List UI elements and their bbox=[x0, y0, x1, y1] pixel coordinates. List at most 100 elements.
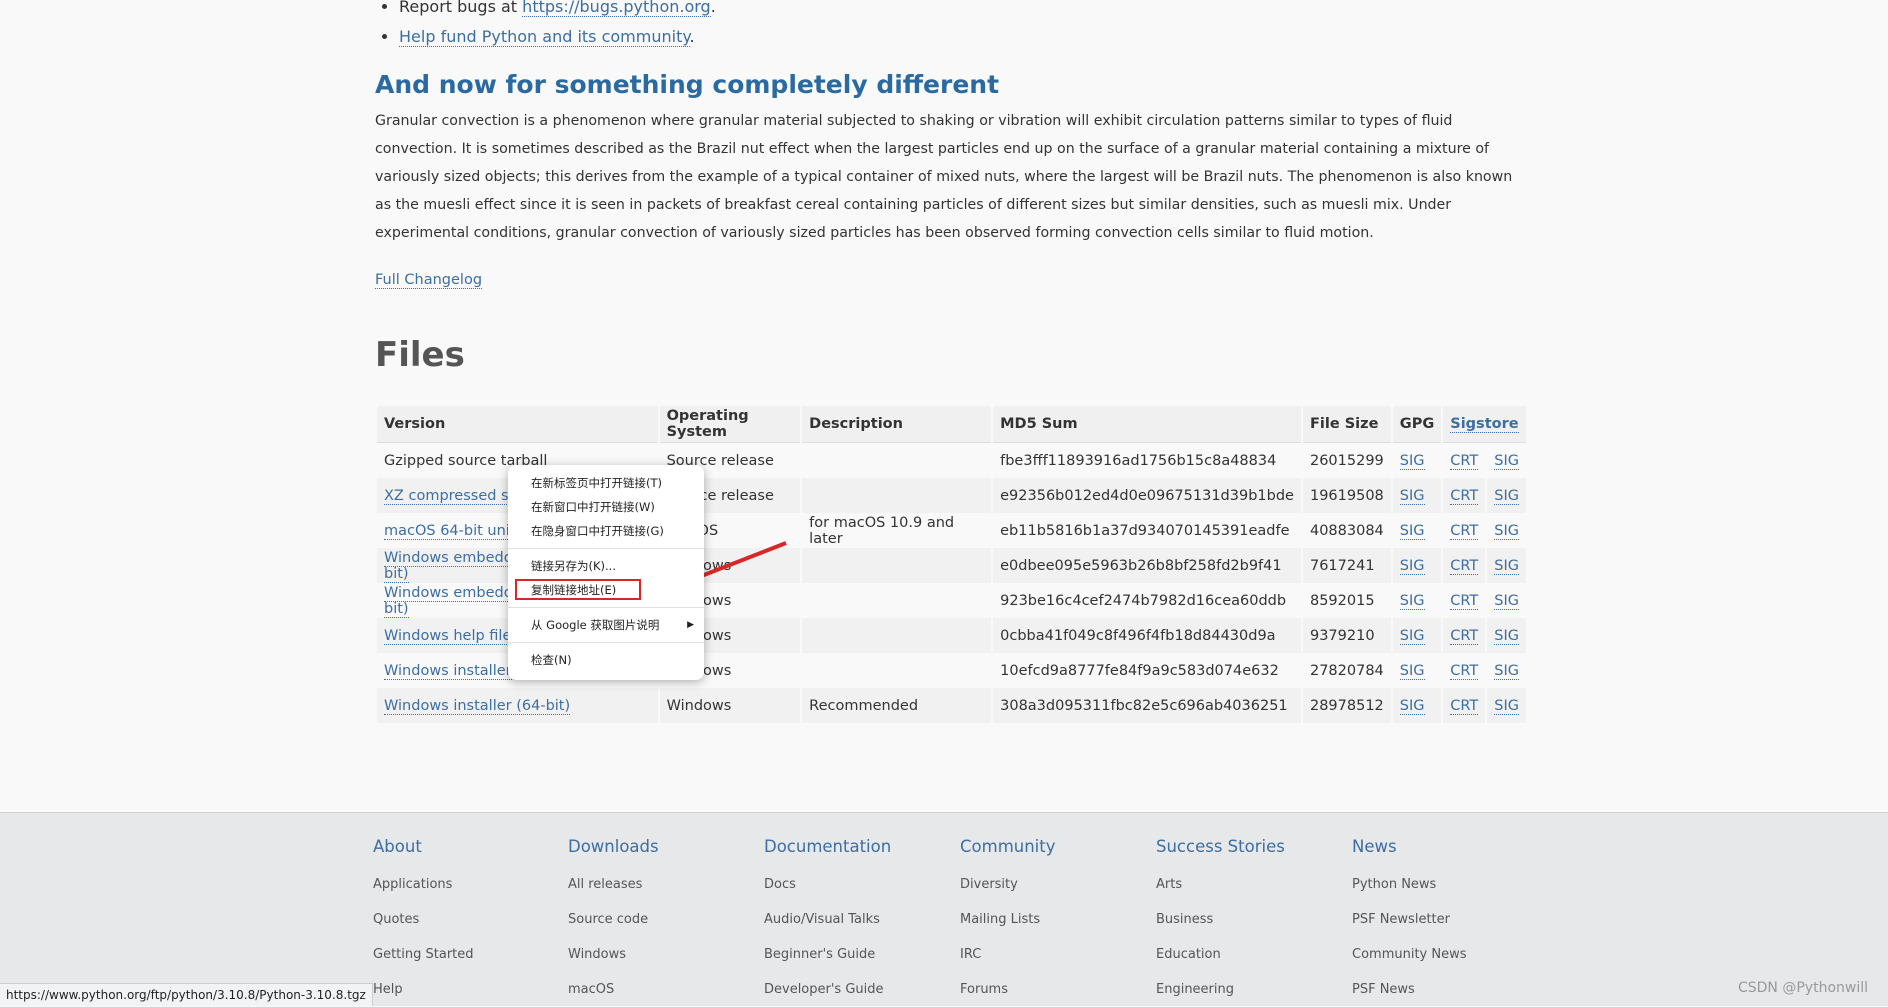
footer-link[interactable]: Windows bbox=[568, 937, 659, 972]
cell-sig[interactable]: SIG bbox=[1487, 478, 1526, 513]
col-md5: MD5 Sum bbox=[993, 406, 1301, 443]
footer-link[interactable]: Education bbox=[1156, 937, 1285, 972]
col-os: Operating System bbox=[659, 406, 801, 443]
cell-size: 27820784 bbox=[1309, 662, 1384, 679]
footer-heading[interactable]: News bbox=[1352, 837, 1467, 867]
cell-crt[interactable]: CRT bbox=[1443, 618, 1486, 653]
footer-heading[interactable]: About bbox=[373, 837, 474, 867]
cell-md5: 10efcd9a8777fe84f9a9c583d074e632 bbox=[1000, 662, 1279, 679]
menu-separator bbox=[508, 642, 704, 643]
cell-desc bbox=[802, 548, 992, 583]
footer-link[interactable]: Business bbox=[1156, 902, 1285, 937]
cell-sig[interactable]: SIG bbox=[1487, 548, 1526, 583]
context-menu-item[interactable]: 从 Google 获取图片说明 ▶ bbox=[508, 613, 704, 637]
cell-crt[interactable]: CRT bbox=[1443, 548, 1486, 583]
cell-sig[interactable]: SIG bbox=[1487, 583, 1526, 618]
footer-link[interactable]: Mailing Lists bbox=[960, 902, 1056, 937]
cell-gpg[interactable]: SIG bbox=[1393, 583, 1441, 618]
footer-link[interactable]: Python News bbox=[1352, 867, 1467, 902]
cell-gpg[interactable]: SIG bbox=[1393, 513, 1441, 548]
full-changelog-link[interactable]: Full Changelog bbox=[375, 272, 483, 289]
footer-link[interactable]: macOS bbox=[568, 972, 659, 1007]
context-menu-item[interactable]: 在隐身窗口中打开链接(G) bbox=[508, 519, 704, 543]
footer-link[interactable]: IRC bbox=[960, 937, 1056, 972]
col-version: Version bbox=[377, 406, 658, 443]
footer-link[interactable]: Forums bbox=[960, 972, 1056, 1007]
footer-column: Documentation Docs Audio/Visual Talks Begin… bbox=[764, 837, 891, 1007]
footer-link[interactable]: Engineering bbox=[1156, 972, 1285, 1007]
bullet-list: Report bugs at https://bugs.python.org. … bbox=[375, 0, 716, 52]
section-title: And now for something completely differe… bbox=[375, 70, 1000, 99]
footer-heading[interactable]: Documentation bbox=[764, 837, 891, 867]
footer-link[interactable]: Source code bbox=[568, 902, 659, 937]
menu-separator bbox=[508, 548, 704, 549]
cell-size: 7617241 bbox=[1302, 548, 1391, 583]
footer-heading[interactable]: Success Stories bbox=[1156, 837, 1285, 867]
cell-crt[interactable]: CRT bbox=[1443, 443, 1485, 478]
context-menu-item[interactable]: 在新标签页中打开链接(T) bbox=[508, 471, 704, 495]
files-title: Files bbox=[375, 335, 465, 375]
list-item: Report bugs at https://bugs.python.org. bbox=[399, 0, 716, 22]
cell-gpg[interactable]: SIG bbox=[1393, 443, 1441, 478]
context-menu-item[interactable]: 检查(N) bbox=[508, 648, 704, 672]
cell-crt[interactable]: CRT bbox=[1443, 478, 1486, 513]
cell-size: 19619508 bbox=[1302, 478, 1391, 513]
cell-size: 40883084 bbox=[1309, 522, 1384, 539]
cell-sig[interactable]: SIG bbox=[1487, 618, 1526, 653]
context-menu-item[interactable]: 链接另存为(K)... bbox=[508, 554, 704, 578]
cell-desc bbox=[802, 478, 992, 513]
cell-md5: eb11b5816b1a37d934070145391eadfe bbox=[1000, 522, 1290, 539]
cell-crt[interactable]: CRT bbox=[1443, 583, 1485, 618]
context-menu-item[interactable]: 在新窗口中打开链接(W) bbox=[508, 495, 704, 519]
cell-gpg[interactable]: SIG bbox=[1393, 653, 1441, 688]
context-menu: 在新标签页中打开链接(T) 在新窗口中打开链接(W) 在隐身窗口中打开链接(G) 链接… bbox=[508, 465, 704, 680]
footer-link[interactable]: Audio/Visual Talks bbox=[764, 902, 891, 937]
cell-md5: e0dbee095e5963b26b8bf258fd2b9f41 bbox=[993, 548, 1301, 583]
footer-column: Downloads All releases Source code Windows m… bbox=[568, 837, 659, 1007]
cell-size: 26015299 bbox=[1309, 452, 1384, 469]
footer-link[interactable]: PSF Newsletter bbox=[1352, 902, 1467, 937]
cell-gpg[interactable]: SIG bbox=[1392, 618, 1442, 653]
cell-sig[interactable]: SIG bbox=[1487, 513, 1526, 548]
footer-link[interactable]: Quotes bbox=[373, 902, 474, 937]
cell-crt[interactable]: CRT bbox=[1443, 688, 1486, 723]
cell-gpg[interactable]: SIG bbox=[1392, 548, 1442, 583]
cell-md5: fbe3fff11893916ad1756b15c8a48834 bbox=[1000, 452, 1277, 469]
cell-sig[interactable]: SIG bbox=[1487, 443, 1526, 478]
footer-link[interactable]: Diversity bbox=[960, 867, 1056, 902]
bugs-link[interactable]: https://bugs.python.org bbox=[522, 0, 711, 17]
cell-os: Windows bbox=[659, 688, 801, 723]
footer-link[interactable]: All releases bbox=[568, 867, 659, 902]
col-gpg: GPG bbox=[1392, 406, 1442, 443]
footer-link[interactable]: PSF News bbox=[1352, 972, 1467, 1007]
footer-link[interactable]: Applications bbox=[373, 867, 474, 902]
footer-heading[interactable]: Community bbox=[960, 837, 1056, 867]
footer-link[interactable]: Docs bbox=[764, 867, 891, 902]
footer-column: Success Stories Arts Business Education Engi… bbox=[1156, 837, 1285, 1007]
footer-link[interactable]: Help bbox=[373, 972, 474, 1007]
col-sigstore[interactable]: Sigstore bbox=[1443, 406, 1526, 443]
footer-link[interactable]: Getting Started bbox=[373, 937, 474, 972]
cell-desc bbox=[802, 618, 992, 653]
footer-link[interactable]: Beginner's Guide bbox=[764, 937, 891, 972]
menu-separator bbox=[508, 607, 704, 608]
cell-crt[interactable]: CRT bbox=[1443, 653, 1485, 688]
cell-desc bbox=[802, 653, 991, 688]
cell-version[interactable]: Windows installer (64-bit) bbox=[377, 688, 658, 723]
footer-link[interactable]: Community News bbox=[1352, 937, 1467, 972]
cell-gpg[interactable]: SIG bbox=[1392, 478, 1442, 513]
cell-sig[interactable]: SIG bbox=[1487, 688, 1526, 723]
cell-desc: for macOS 10.9 and later bbox=[809, 514, 955, 547]
fund-link[interactable]: Help fund Python and its community bbox=[399, 27, 690, 47]
cell-md5: e92356b012ed4d0e09675131d39b1bde bbox=[993, 478, 1301, 513]
col-size: File Size bbox=[1302, 406, 1391, 443]
footer-link[interactable]: Arts bbox=[1156, 867, 1285, 902]
cell-gpg[interactable]: SIG bbox=[1392, 688, 1442, 723]
footer-heading[interactable]: Downloads bbox=[568, 837, 659, 867]
context-menu-item[interactable]: 复制链接地址(E) bbox=[508, 578, 704, 602]
cell-sig[interactable]: SIG bbox=[1487, 653, 1526, 688]
table-header-row: Version Operating System Description MD5… bbox=[377, 406, 1526, 443]
footer-link[interactable]: Developer's Guide bbox=[764, 972, 891, 1007]
cell-crt[interactable]: CRT bbox=[1443, 513, 1485, 548]
list-item: Help fund Python and its community. bbox=[399, 22, 716, 52]
